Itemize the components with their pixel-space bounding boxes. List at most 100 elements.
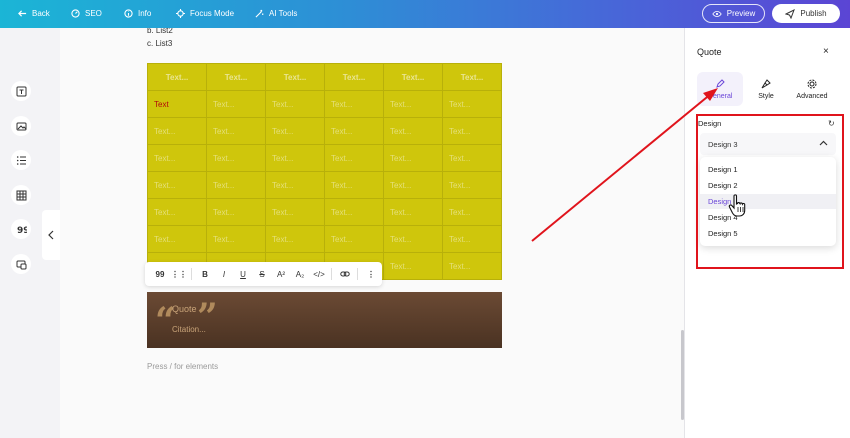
table-cell[interactable]: Text... [442,117,502,145]
focus-icon [176,9,185,18]
empty-block-placeholder[interactable]: Press / for elements [147,362,218,371]
table-header-cell[interactable]: Text... [442,63,502,91]
code-button[interactable]: </> [310,265,328,283]
tab-general[interactable]: General [697,72,743,106]
table-cell[interactable]: Text... [324,144,384,172]
table-cell[interactable]: Text... [324,225,384,253]
table-header-cell[interactable]: Text... [265,63,325,91]
quote-citation[interactable]: Citation... [172,325,206,334]
design-select-value: Design 3 [708,139,738,149]
table-cell[interactable]: Text... [383,225,443,253]
ai-tools-label: AI Tools [269,9,298,18]
tab-advanced[interactable]: Advanced [789,72,835,106]
quote-format-button[interactable]: 99 [151,265,169,283]
dropdown-option[interactable]: Design 2 [700,178,836,193]
scrollbar[interactable] [681,330,684,420]
table-cell[interactable]: Text... [206,225,266,253]
table-cell[interactable]: Text... [147,117,207,145]
table-cell[interactable]: Text... [206,117,266,145]
table-cell[interactable]: Text... [147,171,207,199]
table-cell[interactable]: Text... [147,225,207,253]
table-cell[interactable]: Text... [206,198,266,226]
table-cell[interactable]: Text... [206,171,266,199]
table-cell[interactable]: Text... [265,198,325,226]
tab-style[interactable]: Style [743,72,789,106]
table-cell[interactable]: Text... [265,90,325,118]
image-icon[interactable] [11,116,31,136]
table-cell[interactable]: Text... [324,90,384,118]
table-row: Text...Text...Text...Text...Text...Text.… [147,144,502,172]
table-cell[interactable]: Text... [442,225,502,253]
table-cell[interactable]: Text... [383,171,443,199]
strikethrough-button[interactable]: S [253,265,271,283]
table-cell[interactable]: Text... [442,252,502,280]
link-icon[interactable] [336,265,354,283]
focus-mode-label: Focus Mode [190,9,235,18]
dropdown-option[interactable]: Design 5 [700,226,836,241]
quote-block[interactable]: “ ” Quote Citation... [147,292,502,348]
table-header-cell[interactable]: Text... [206,63,266,91]
drag-handle-icon[interactable]: ⋮⋮ [170,265,188,283]
table-cell[interactable]: Text... [265,144,325,172]
table-cell[interactable]: Text... [442,144,502,172]
table-header-cell[interactable]: Text... [383,63,443,91]
publish-button[interactable]: Publish [772,4,840,23]
panel-title: Quote [697,47,722,57]
dropdown-option[interactable]: Design 1 [700,162,836,177]
design-select[interactable]: Design 3 [700,133,836,155]
table-row: Text...Text...Text...Text...Text...Text.… [147,117,502,145]
table-cell[interactable]: Text... [265,117,325,145]
hand-cursor-icon [728,194,746,217]
quote-text[interactable]: Quote [172,304,197,314]
table-cell[interactable]: Text... [147,198,207,226]
table-cell[interactable]: Text... [442,171,502,199]
table-cell[interactable]: Text... [383,90,443,118]
table-cell[interactable]: Text... [206,90,266,118]
table-cell[interactable]: Text... [383,144,443,172]
embed-icon[interactable] [11,254,31,274]
table-block[interactable]: Text... Text... Text... Text... Text... Text.… [147,63,502,280]
dropdown-option[interactable]: Design 4 [700,210,836,225]
design-dropdown: Design 1 Design 2 Design 3 Design 4 Desi… [700,157,836,246]
table-cell[interactable]: Text [147,90,207,118]
focus-mode-button[interactable]: Focus Mode [176,9,234,18]
table-cell[interactable]: Text... [265,225,325,253]
collapse-sidebar-button[interactable] [42,210,60,260]
table-cell[interactable]: Text... [383,198,443,226]
table-cell[interactable]: Text... [147,144,207,172]
table-cell[interactable]: Text... [265,171,325,199]
brush-icon [761,78,771,88]
list-icon[interactable] [11,150,31,170]
reset-icon[interactable]: ↻ [828,119,835,128]
table-header-cell[interactable]: Text... [324,63,384,91]
subscript-button[interactable]: A₂ [291,265,309,283]
superscript-button[interactable]: A² [272,265,290,283]
table-icon[interactable] [11,185,31,205]
italic-button[interactable]: I [215,265,233,283]
table-header-cell[interactable]: Text... [147,63,207,91]
table-cell[interactable]: Text... [324,198,384,226]
table-cell[interactable]: Text... [206,144,266,172]
bold-button[interactable]: B [196,265,214,283]
preview-button[interactable]: Preview [702,4,765,23]
quote-icon[interactable]: 99 [11,219,31,239]
table-cell[interactable]: Text... [383,117,443,145]
table-cell[interactable]: Text... [324,171,384,199]
info-button[interactable]: Info [124,9,151,18]
more-options-icon[interactable]: ⋮ [362,265,380,283]
ai-tools-button[interactable]: AI Tools [255,9,297,18]
table-cell[interactable]: Text... [324,117,384,145]
text-block-icon[interactable] [11,81,31,101]
table-cell[interactable]: Text... [442,198,502,226]
list-item: c. List3 [147,39,173,48]
underline-button[interactable]: U [234,265,252,283]
table-cell[interactable]: Text... [383,252,443,280]
preview-label: Preview [726,9,756,18]
close-icon[interactable]: × [823,46,829,57]
eye-icon [712,10,722,17]
dropdown-option[interactable]: Design 3 [700,194,836,209]
table-cell[interactable]: Text... [442,90,502,118]
back-button[interactable]: Back [18,9,50,18]
seo-label: SEO [85,9,102,18]
seo-button[interactable]: SEO [71,9,102,18]
